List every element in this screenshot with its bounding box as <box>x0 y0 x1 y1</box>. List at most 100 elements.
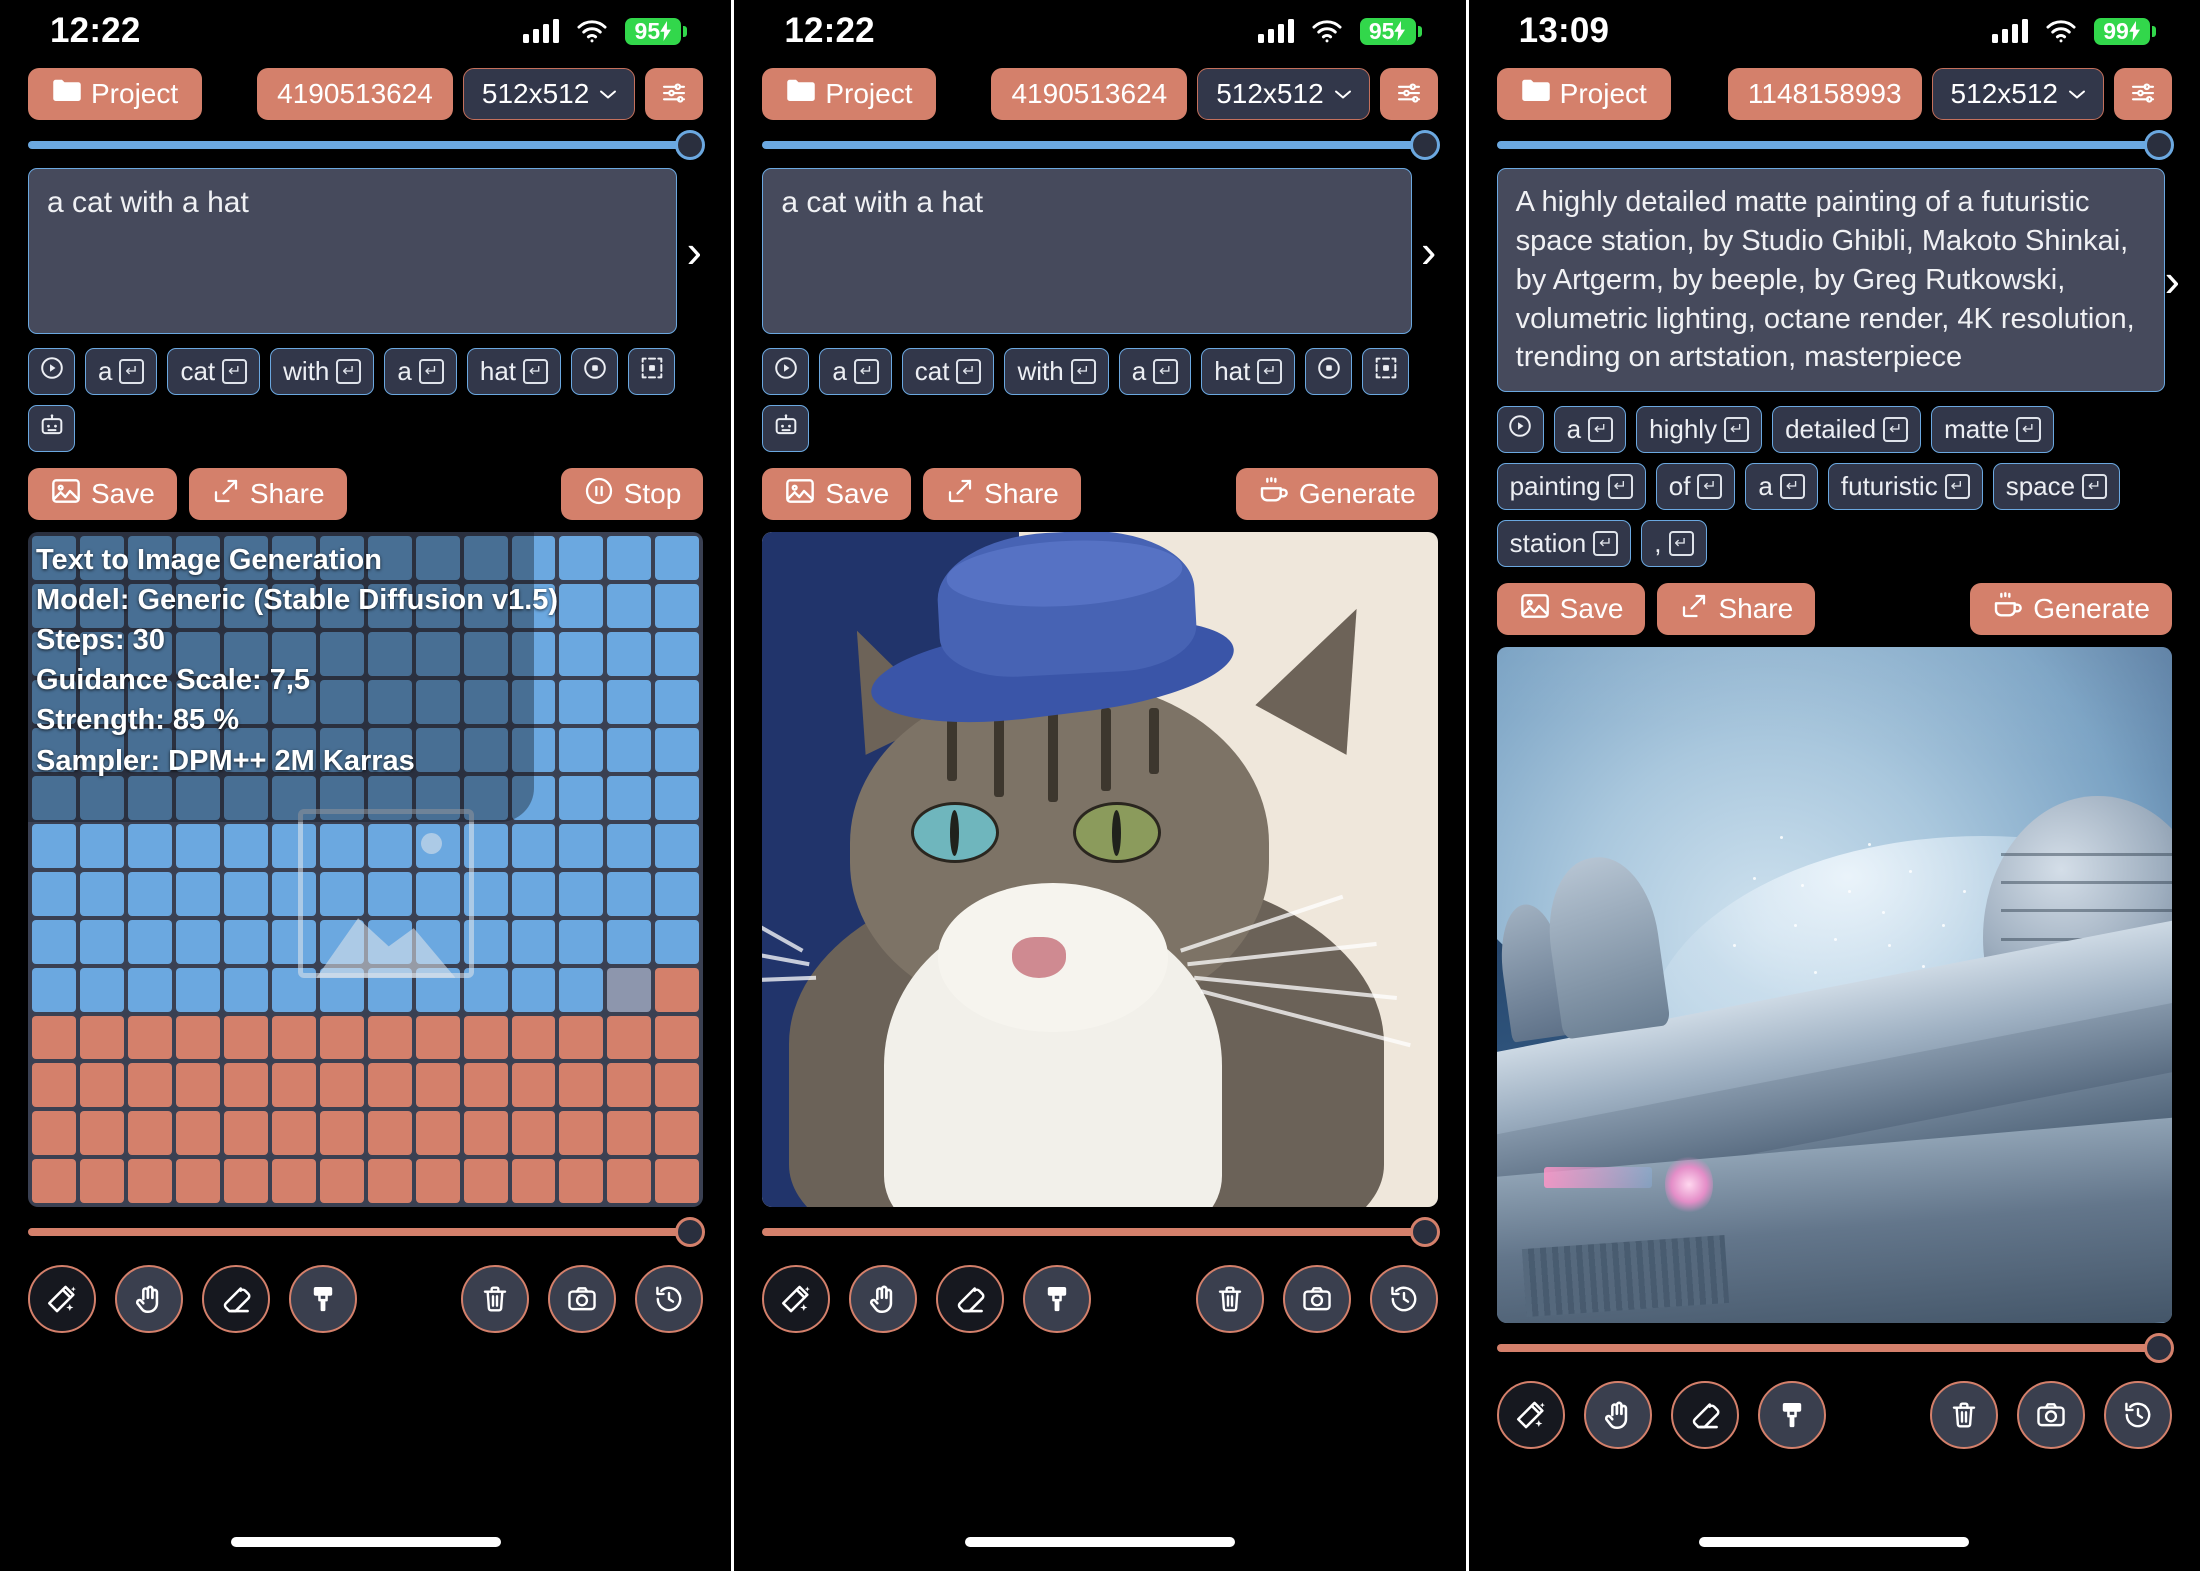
generated-image-canvas[interactable] <box>762 532 1438 1208</box>
save-button[interactable]: Save <box>1496 583 1646 636</box>
token-chip[interactable]: futuristic ↵ <box>1827 463 1983 511</box>
token-chip[interactable]: matte ↵ <box>1931 406 2055 454</box>
brush-tool-button[interactable] <box>289 1265 357 1334</box>
token-chip[interactable] <box>1362 348 1410 395</box>
progress-slider[interactable] <box>1496 1332 2174 1363</box>
save-button[interactable]: Save <box>28 468 177 520</box>
strength-slider[interactable] <box>1496 130 2174 160</box>
prompt-next-icon[interactable]: › <box>2165 168 2180 392</box>
share-button[interactable]: Share <box>188 468 347 520</box>
slider-knob[interactable] <box>2143 130 2174 160</box>
history-tool-button[interactable] <box>2103 1380 2172 1449</box>
project-button[interactable]: Project <box>762 68 937 120</box>
settings-sliders-button[interactable] <box>1379 68 1438 120</box>
token-chip[interactable] <box>28 348 75 395</box>
image-size-select[interactable]: 512x512 <box>1931 68 2104 120</box>
camera-tool-button[interactable] <box>548 1265 617 1334</box>
prompt-input[interactable]: a cat with a hat <box>28 168 678 334</box>
prompt-next-icon[interactable]: › <box>677 168 711 334</box>
project-button[interactable]: Project <box>1496 68 1671 120</box>
seed-button[interactable]: 1148158993 <box>1727 68 1922 120</box>
token-chip[interactable] <box>628 348 676 395</box>
progress-slider[interactable] <box>28 1217 706 1248</box>
camera-tool-button[interactable] <box>2016 1380 2085 1449</box>
generate-button[interactable]: Generate <box>1235 468 1438 520</box>
token-chip[interactable]: space ↵ <box>1992 463 2121 511</box>
progress-slider[interactable] <box>762 1217 1440 1248</box>
magic-wand-tool-button[interactable] <box>1496 1380 1565 1449</box>
token-chip[interactable] <box>571 348 619 395</box>
project-button[interactable]: Project <box>28 68 203 120</box>
slider-knob[interactable] <box>1409 130 1440 160</box>
token-chip[interactable]: a ↵ <box>384 348 457 395</box>
trash-tool-button[interactable] <box>1929 1380 1998 1449</box>
token-chip[interactable]: hat ↵ <box>1201 348 1296 395</box>
token-chip[interactable] <box>1496 406 1544 454</box>
token-chip[interactable] <box>762 405 810 452</box>
settings-sliders-button[interactable] <box>645 68 704 120</box>
save-button[interactable]: Save <box>762 468 912 520</box>
image-size-select[interactable]: 512x512 <box>1197 68 1370 120</box>
seed-button[interactable]: 4190513624 <box>991 68 1188 120</box>
camera-tool-button[interactable] <box>1282 1265 1351 1334</box>
token-chip[interactable] <box>762 348 810 395</box>
token-label: space <box>2005 471 2076 502</box>
magic-wand-tool-button[interactable] <box>762 1265 831 1334</box>
token-chip[interactable]: a ↵ <box>85 348 158 395</box>
token-chip[interactable]: , ↵ <box>1641 520 1707 568</box>
trash-tool-button[interactable] <box>1195 1265 1264 1334</box>
token-chip[interactable]: painting ↵ <box>1496 463 1646 511</box>
generation-canvas[interactable]: Text to Image Generation Model: Generic (… <box>28 532 704 1208</box>
hand-tool-button[interactable] <box>1583 1380 1652 1449</box>
hand-tool-button[interactable] <box>849 1265 918 1334</box>
magic-wand-tool-button[interactable] <box>28 1265 96 1334</box>
prompt-input[interactable]: A highly detailed matte painting of a fu… <box>1496 168 2165 393</box>
share-button[interactable]: Share <box>923 468 1081 520</box>
generate-button[interactable]: Generate <box>1970 583 2172 636</box>
slider-knob[interactable] <box>2143 1332 2174 1363</box>
prompt-input[interactable]: a cat with a hat <box>762 168 1412 334</box>
token-chip[interactable]: station ↵ <box>1496 520 1632 568</box>
token-chip[interactable]: a ↵ <box>1553 406 1627 454</box>
prompt-next-icon[interactable]: › <box>1412 168 1446 334</box>
token-chip[interactable] <box>28 405 75 452</box>
slider-knob[interactable] <box>1409 1217 1440 1248</box>
stop-button[interactable]: Stop <box>560 468 704 520</box>
token-chip[interactable]: a ↵ <box>1118 348 1192 395</box>
progress-cell <box>271 727 316 772</box>
token-chip[interactable]: with ↵ <box>270 348 375 395</box>
image-size-select[interactable]: 512x512 <box>462 68 636 120</box>
brush-tool-button[interactable] <box>1757 1380 1826 1449</box>
brush-tool-button[interactable] <box>1023 1265 1092 1334</box>
token-chip[interactable]: a ↵ <box>1745 463 1818 511</box>
history-tool-button[interactable] <box>1369 1265 1438 1334</box>
progress-cell <box>79 775 124 820</box>
token-chip[interactable]: detailed ↵ <box>1772 406 1922 454</box>
token-chip[interactable] <box>1305 348 1353 395</box>
token-chip[interactable]: hat ↵ <box>466 348 562 395</box>
token-chip[interactable]: cat ↵ <box>167 348 261 395</box>
progress-cell <box>463 536 508 580</box>
token-chip[interactable]: with ↵ <box>1004 348 1109 395</box>
token-chip[interactable]: of ↵ <box>1655 463 1736 511</box>
progress-cell <box>607 727 652 772</box>
eraser-tool-button[interactable] <box>202 1265 270 1334</box>
share-icon <box>945 476 975 513</box>
hand-tool-button[interactable] <box>115 1265 183 1334</box>
token-chip[interactable]: a ↵ <box>819 348 892 395</box>
prompt-row: a cat with a hat › <box>0 164 731 334</box>
strength-slider[interactable] <box>28 130 706 160</box>
eraser-tool-button[interactable] <box>936 1265 1005 1334</box>
seed-button[interactable]: 4190513624 <box>257 68 453 120</box>
history-tool-button[interactable] <box>635 1265 704 1334</box>
token-chip[interactable]: highly ↵ <box>1636 406 1763 454</box>
slider-knob[interactable] <box>675 130 706 160</box>
generated-image-canvas[interactable] <box>1496 647 2172 1323</box>
trash-tool-button[interactable] <box>461 1265 530 1334</box>
token-chip[interactable]: cat ↵ <box>901 348 995 395</box>
eraser-tool-button[interactable] <box>1670 1380 1739 1449</box>
share-button[interactable]: Share <box>1657 583 1816 636</box>
slider-knob[interactable] <box>675 1217 706 1248</box>
settings-sliders-button[interactable] <box>2113 68 2172 120</box>
strength-slider[interactable] <box>762 130 1440 160</box>
